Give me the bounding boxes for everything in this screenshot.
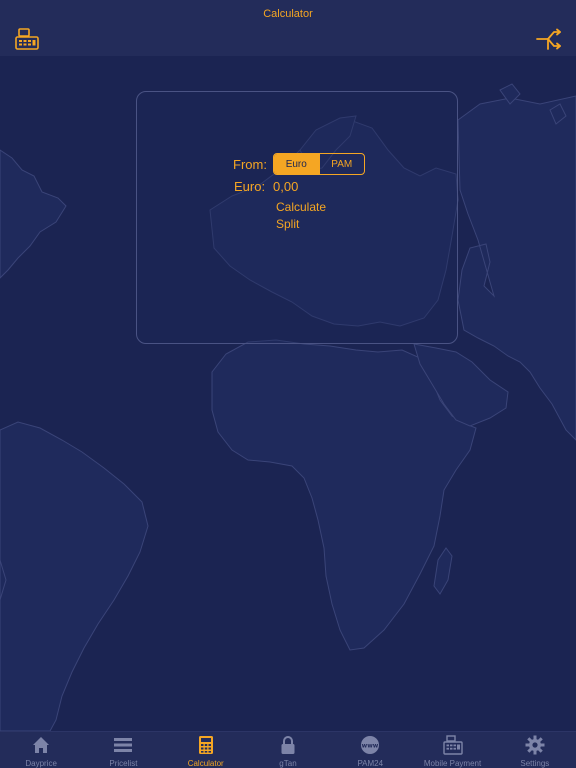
tab-label: Settings [520,759,550,768]
from-label: From: [233,157,267,172]
cash-register-icon[interactable] [14,27,40,51]
tab-mobile-payment[interactable]: Mobile Payment [411,732,493,768]
currency-segmented-control: Euro PAM [273,153,365,175]
amount-label: Euro: [234,179,266,194]
split-arrows-icon[interactable] [536,28,562,50]
calculator-icon [198,736,213,754]
tab-calculator[interactable]: Calculator [165,732,247,768]
house-icon [33,737,50,753]
tab-gtan[interactable]: gTan [247,732,329,768]
calculate-button[interactable]: Calculate [276,200,326,214]
segment-pam[interactable]: PAM [318,154,365,174]
tab-label: Mobile Payment [423,759,482,768]
gear-icon [525,735,545,755]
tab-dayprice[interactable]: Dayprice [0,732,82,768]
tab-label: PAM24 [357,759,384,768]
tab-label: Pricelist [109,759,138,768]
navigation-bar: Calculator [0,0,576,56]
tab-label: Calculator [187,759,224,768]
tab-settings[interactable]: Settings [494,732,576,768]
list-icon [114,738,133,752]
page-title: Calculator [263,8,313,20]
tab-label: gTan [279,759,297,768]
tab-pam24[interactable]: www PAM24 [329,732,411,768]
tab-pricelist[interactable]: Pricelist [82,732,164,768]
tab-bar: Dayprice Pricelist Calculator gTan www P… [0,731,576,768]
lock-icon [281,736,295,754]
www-globe-icon: www [361,736,380,754]
segment-euro[interactable]: Euro [274,154,319,174]
svg-text:www: www [362,743,379,750]
tab-label: Dayprice [25,759,57,768]
calculator-panel: From: Euro PAM Euro: 0,00 Calculate Spli… [136,91,458,344]
amount-input[interactable]: 0,00 [273,179,298,194]
cash-register-icon [442,735,463,755]
split-button[interactable]: Split [276,217,299,231]
